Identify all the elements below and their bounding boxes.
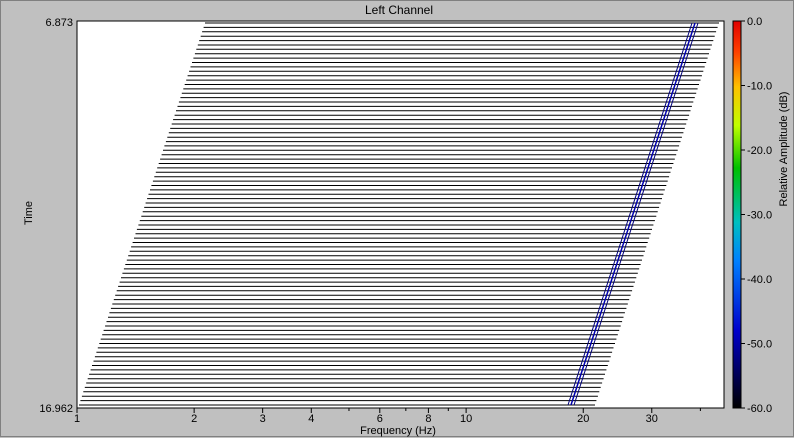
waterfall-chart: Left Channel 6.873 16.962 Time 1 2 3 4 6 8 10 2… <box>23 3 790 437</box>
y-axis-label: Time <box>23 201 35 225</box>
colorbar-tick-label: -20.0 <box>747 145 772 157</box>
colorbar-tick-label: -30.0 <box>747 210 772 222</box>
colorbar-label: Relative Amplitude (dB) <box>778 92 790 207</box>
x-tick-label: 1 <box>74 413 80 425</box>
colorbar <box>732 20 742 409</box>
colorbar-tick-label: -50.0 <box>747 339 772 351</box>
plot-area <box>77 21 724 408</box>
x-axis-label: Frequency (Hz) <box>360 425 436 437</box>
colorbar-tick-label: -60.0 <box>747 403 772 415</box>
x-tick-label: 4 <box>308 413 314 425</box>
x-tick-label: 8 <box>425 413 431 425</box>
x-tick-label: 10 <box>460 413 472 425</box>
x-tick-label: 30 <box>646 413 658 425</box>
x-tick-label: 3 <box>260 413 266 425</box>
x-tick-label: 2 <box>191 413 197 425</box>
chart-title: Left Channel <box>365 3 433 17</box>
x-tick-label: 6 <box>377 413 383 425</box>
colorbar-tick-label: -10.0 <box>747 81 772 93</box>
colorbar-ticks: 0.0 -10.0 -20.0 -30.0 -40.0 -50.0 -60.0 <box>741 16 772 415</box>
y-tick-label-top: 6.873 <box>45 17 73 29</box>
x-tick-label: 20 <box>577 413 589 425</box>
chart-window: Left Channel 6.873 16.962 Time 1 2 3 4 6 8 10 2… <box>0 0 794 437</box>
y-tick-label-bottom: 16.962 <box>39 403 73 415</box>
colorbar-tick-label: 0.0 <box>747 16 762 28</box>
colorbar-tick-label: -40.0 <box>747 274 772 286</box>
x-axis-ticks: 1 2 3 4 6 8 10 20 30 <box>74 408 701 425</box>
